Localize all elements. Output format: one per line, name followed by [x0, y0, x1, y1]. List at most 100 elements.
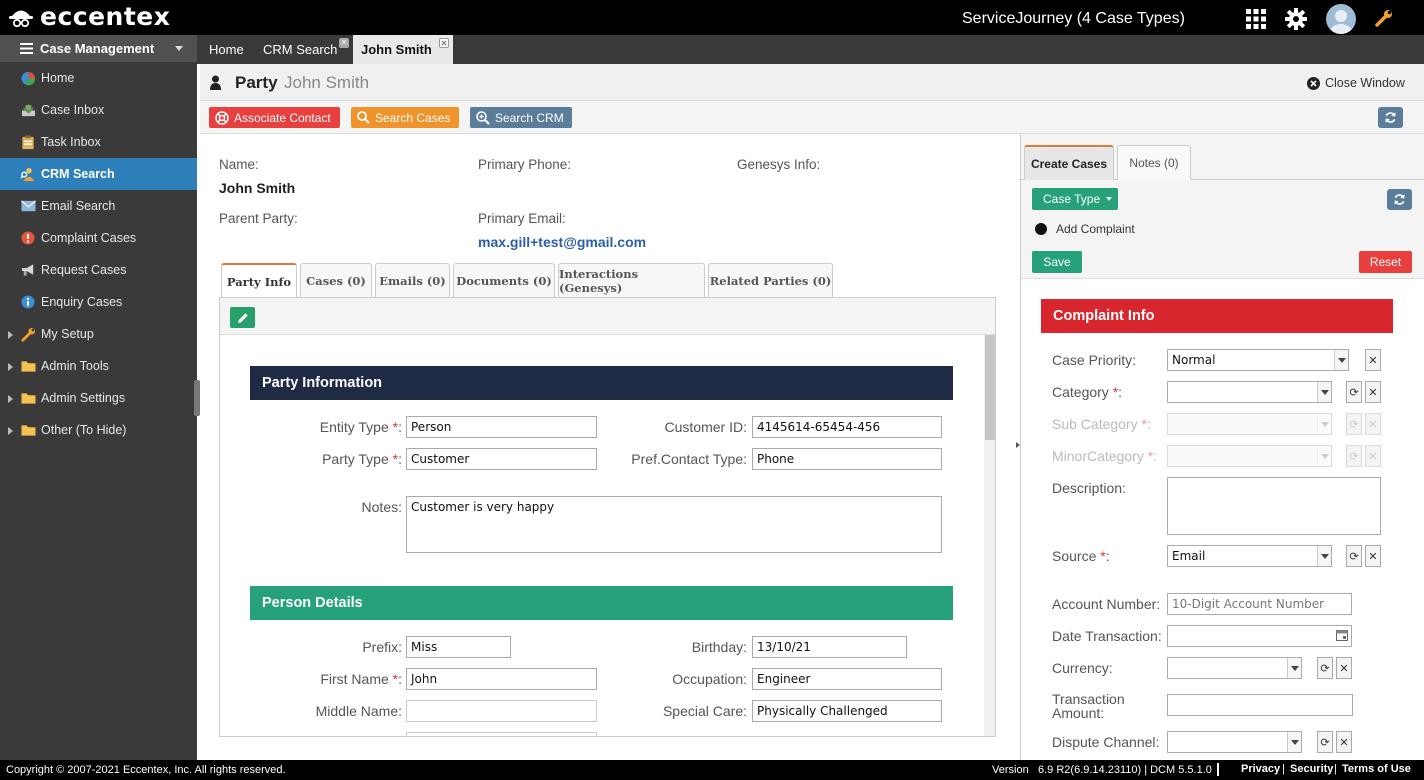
primary-email-link[interactable]: max.gill+test@gmail.com: [478, 234, 646, 250]
date-transaction-field[interactable]: [1167, 625, 1352, 647]
tab-create-cases[interactable]: Create Cases: [1024, 145, 1114, 180]
security-link[interactable]: Security: [1290, 763, 1333, 775]
sidebar-item-crm-search[interactable]: CRM Search: [0, 158, 197, 190]
source-select[interactable]: Email: [1167, 545, 1332, 567]
expand-arrow-icon[interactable]: [8, 331, 13, 339]
sidebar-item-request-cases[interactable]: Request Cases: [0, 254, 197, 286]
close-icon[interactable]: ✕: [439, 38, 449, 48]
dispute-channel-select[interactable]: [1167, 731, 1302, 753]
tab-notes[interactable]: Notes (0): [1117, 145, 1191, 180]
minor-category-select[interactable]: [1167, 445, 1332, 467]
clear-icon[interactable]: ✕: [1365, 413, 1381, 435]
clear-icon[interactable]: ✕: [1365, 381, 1381, 403]
tab-party-info[interactable]: Party Info: [221, 263, 297, 298]
chevron-down-icon: [1334, 350, 1348, 370]
first-name-field[interactable]: John: [406, 668, 597, 690]
entity-type-field[interactable]: Person: [406, 416, 597, 438]
add-complaint-option[interactable]: Add Complaint: [1035, 222, 1135, 236]
sidebar-item-enquiry-cases[interactable]: Enquiry Cases: [0, 286, 197, 318]
clear-icon[interactable]: ✕: [1365, 445, 1381, 467]
gear-icon[interactable]: [1285, 8, 1307, 30]
edit-button[interactable]: [230, 307, 255, 328]
associate-contact-button[interactable]: Associate Contact: [209, 107, 340, 128]
tab-related-parties[interactable]: Related Parties (0): [708, 263, 833, 297]
tab-john-smith[interactable]: John Smith ✕: [353, 35, 453, 64]
chevron-down-icon[interactable]: [175, 46, 183, 51]
tab-documents[interactable]: Documents (0): [453, 263, 555, 297]
clear-icon[interactable]: ✕: [1336, 657, 1352, 679]
wrench-icon[interactable]: [1375, 9, 1393, 27]
source-label: Source *:: [1052, 548, 1110, 564]
case-priority-select[interactable]: Normal: [1167, 349, 1349, 371]
source-value: Email: [1172, 549, 1206, 563]
tab-emails[interactable]: Emails (0): [375, 263, 450, 297]
close-window-button[interactable]: Close Window: [1307, 76, 1405, 90]
clear-icon[interactable]: ✕: [1365, 349, 1381, 371]
special-care-field[interactable]: Physically Challenged: [752, 700, 942, 722]
refresh-icon[interactable]: ⟳: [1346, 545, 1362, 567]
expand-arrow-icon[interactable]: [8, 427, 13, 435]
app-title[interactable]: ServiceJourney (4 Case Types): [962, 10, 1185, 28]
last-name-field[interactable]: [406, 732, 597, 736]
occupation-field[interactable]: Engineer: [752, 668, 942, 690]
sidebar-item-admin-settings[interactable]: Admin Settings: [0, 382, 197, 414]
refresh-cases-button[interactable]: [1387, 189, 1412, 210]
account-number-field[interactable]: 10-Digit Account Number: [1167, 593, 1352, 615]
sidebar-item-case-inbox[interactable]: Case Inbox: [0, 94, 197, 126]
clear-icon[interactable]: ✕: [1365, 545, 1381, 567]
user-avatar[interactable]: [1326, 4, 1356, 34]
tab-label: John Smith: [361, 42, 432, 57]
chevron-down-icon: [1317, 414, 1331, 434]
currency-select[interactable]: [1167, 657, 1302, 679]
refresh-icon[interactable]: ⟳: [1346, 445, 1362, 467]
clear-icon[interactable]: ✕: [1336, 731, 1352, 753]
panel-scrollbar[interactable]: [984, 335, 995, 736]
calendar-icon[interactable]: [1336, 629, 1348, 641]
sub-category-select[interactable]: [1167, 413, 1332, 435]
privacy-link[interactable]: Privacy: [1241, 763, 1280, 775]
refresh-button[interactable]: [1378, 107, 1403, 128]
expand-arrow-icon[interactable]: [8, 363, 13, 371]
refresh-icon[interactable]: ⟳: [1317, 731, 1333, 753]
sidebar-item-home[interactable]: Home: [0, 62, 197, 94]
terms-of-use-link[interactable]: Terms of Use: [1342, 763, 1411, 775]
tab-cases[interactable]: Cases (0): [300, 263, 372, 297]
transaction-amount-field[interactable]: [1167, 694, 1353, 716]
pref-contact-type-field[interactable]: Phone: [752, 448, 942, 470]
save-button[interactable]: Save: [1032, 251, 1082, 273]
sidebar-item-complaint-cases[interactable]: Complaint Cases: [0, 222, 197, 254]
notes-field[interactable]: Customer is very happy: [406, 496, 942, 553]
birthday-field[interactable]: 13/10/21: [752, 636, 907, 658]
prefix-field[interactable]: Miss: [406, 636, 511, 658]
tab-home[interactable]: Home: [201, 35, 251, 64]
category-select[interactable]: [1167, 381, 1332, 403]
eccentex-logo[interactable]: eccentex: [8, 4, 170, 30]
wrench-icon: [20, 326, 36, 342]
close-icon[interactable]: ✕: [339, 38, 349, 48]
sidebar-item-email-search[interactable]: Email Search: [0, 190, 197, 222]
description-label: Description:: [1052, 480, 1126, 496]
refresh-icon[interactable]: ⟳: [1346, 413, 1362, 435]
sidebar-item-admin-tools[interactable]: Admin Tools: [0, 350, 197, 382]
reset-button[interactable]: Reset: [1359, 251, 1412, 273]
search-cases-button[interactable]: Search Cases: [351, 107, 459, 128]
middle-name-field[interactable]: [406, 700, 597, 722]
source-label-text: Source: [1052, 548, 1097, 564]
tab-interactions-genesys[interactable]: Interactions (Genesys): [558, 263, 705, 297]
party-type-field[interactable]: Customer: [406, 448, 597, 470]
search-crm-button[interactable]: Search CRM: [470, 107, 572, 128]
grid-icon[interactable]: [1246, 9, 1266, 29]
description-field[interactable]: [1167, 477, 1381, 535]
refresh-icon[interactable]: ⟳: [1346, 381, 1362, 403]
sidebar-item-my-setup[interactable]: My Setup: [0, 318, 197, 350]
tab-crm-search[interactable]: CRM Search ✕: [255, 35, 351, 64]
sidebar-item-task-inbox[interactable]: Task Inbox: [0, 126, 197, 158]
refresh-icon[interactable]: ⟳: [1317, 657, 1333, 679]
sidebar-item-other[interactable]: Other (To Hide): [0, 414, 197, 446]
scrollbar-thumb[interactable]: [985, 335, 995, 440]
sidebar-header[interactable]: Case Management: [0, 35, 197, 62]
expand-arrow-icon[interactable]: [8, 395, 13, 403]
case-type-button[interactable]: Case Type: [1032, 188, 1118, 210]
customer-id-field[interactable]: 4145614-65454-456: [752, 416, 942, 438]
version-label: Version: [992, 764, 1029, 776]
